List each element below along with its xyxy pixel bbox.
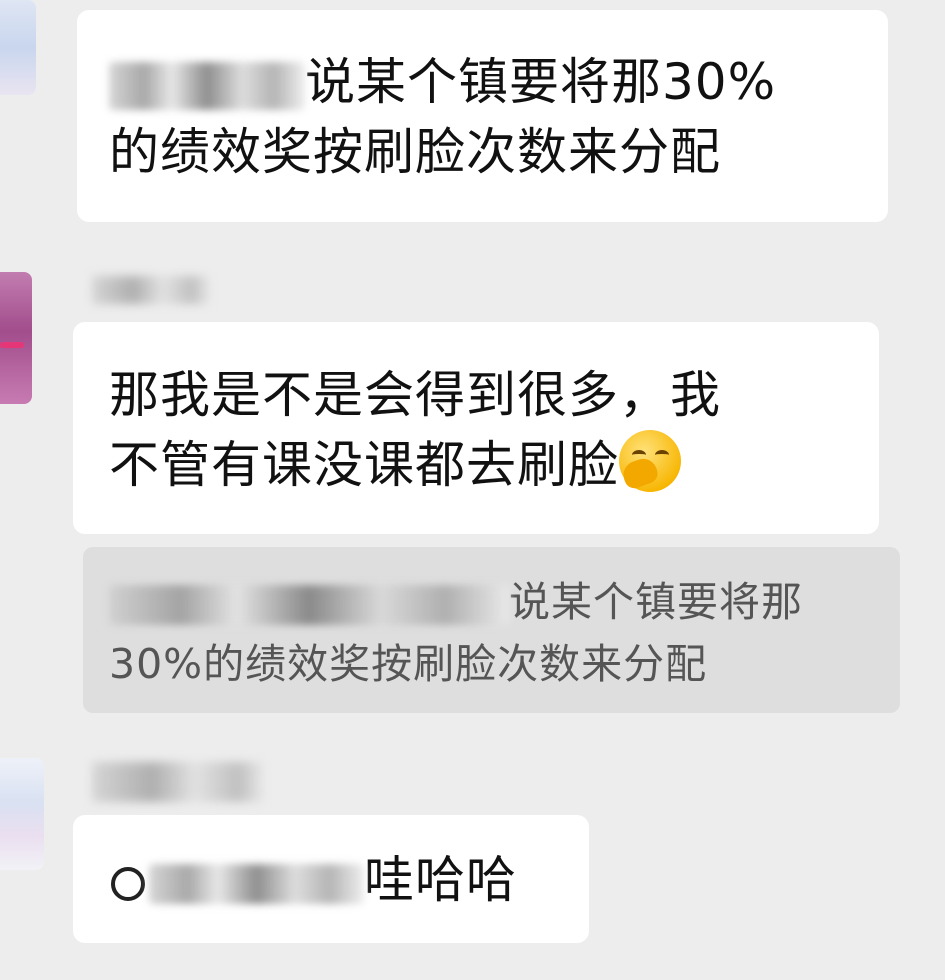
message-1-line-1: 说某个镇要将那30%	[109, 47, 888, 117]
redacted-name	[149, 863, 364, 904]
quote-line-1: 说某个镇要将那	[109, 571, 880, 633]
hand-over-mouth-emoji	[619, 430, 681, 492]
message-bubble-2[interactable]: 那我是不是会得到很多，我 不管有课没课都去刷脸	[73, 322, 879, 534]
message-bubble-3[interactable]: 哇哈哈	[73, 815, 589, 943]
message-2-line-2: 不管有课没课都去刷脸	[109, 430, 879, 500]
sender-avatar-2[interactable]	[0, 272, 32, 404]
sender-name-3	[92, 762, 264, 802]
sender-avatar-3[interactable]	[0, 758, 44, 870]
mention-at-symbol	[111, 866, 145, 901]
quoted-message[interactable]: 说某个镇要将那 30%的绩效奖按刷脸次数来分配	[83, 547, 900, 713]
message-bubble-1[interactable]: 说某个镇要将那30% 的绩效奖按刷脸次数来分配	[77, 10, 888, 222]
sender-name-2	[92, 276, 210, 304]
sender-avatar-1[interactable]	[0, 0, 36, 95]
message-2-line-1: 那我是不是会得到很多，我	[109, 366, 721, 424]
message-1-line-2: 的绩效奖按刷脸次数来分配	[109, 123, 721, 181]
message-3-text: 哇哈哈	[364, 851, 517, 909]
redacted-name	[109, 585, 509, 625]
redacted-name	[109, 61, 305, 110]
quote-line-2: 30%的绩效奖按刷脸次数来分配	[109, 640, 708, 688]
